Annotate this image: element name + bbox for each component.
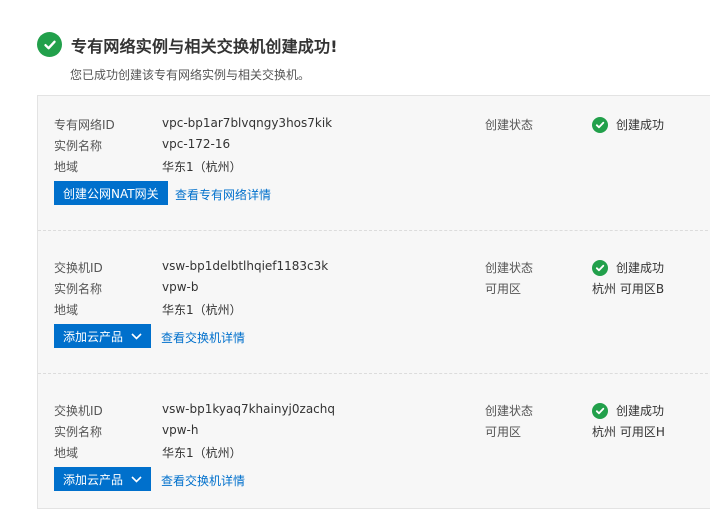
create-nat-gateway-button[interactable]: 创建公网NAT网关 [54,181,168,205]
add-cloud-product-label: 添加云产品 [63,472,124,487]
create-nat-gateway-label: 创建公网NAT网关 [63,186,159,201]
switch-status-value: 创建成功 [616,404,665,418]
switch-id-value: vsw-bp1delbtlhqief1183c3k [162,259,329,273]
switch-zone-value: 杭州 可用区H [592,425,665,439]
switch-zone-label: 可用区 [485,425,522,439]
check-circle-icon [592,259,608,276]
view-switch-details-link[interactable]: 查看交换机详情 [161,329,245,346]
switch-name-value: vpw-h [162,423,199,437]
switch-status-label: 创建状态 [485,404,534,418]
vpc-status: 创建成功 [592,116,664,133]
vpc-region-label: 地域 [54,160,79,174]
switch-region-value: 华东1（杭州） [162,303,242,317]
switch-region-label: 地域 [54,303,79,317]
vpc-id-value: vpc-bp1ar7blvqngy3hos7kik [162,116,333,130]
switch-zone-label: 可用区 [485,282,522,296]
view-vpc-details-link[interactable]: 查看专有网络详情 [175,186,271,203]
switch-name-label: 实例名称 [54,425,103,439]
switch-id-label: 交换机ID [54,261,103,275]
vpc-status-value: 创建成功 [616,118,665,132]
vpc-id-label: 专有网络ID [54,118,115,132]
page-subtitle: 您已成功创建该专有网络实例与相关交换机。 [70,68,311,82]
result-panel: 专有网络ID vpc-bp1ar7blvqngy3hos7kik 实例名称 vp… [37,95,710,509]
add-cloud-product-label: 添加云产品 [63,329,124,344]
switch-status: 创建成功 [592,402,664,419]
switch-id-value: vsw-bp1kyaq7khainyj0zachq [162,402,335,416]
switch-region-label: 地域 [54,446,79,460]
switch-status-label: 创建状态 [485,261,534,275]
page-title: 专有网络实例与相关交换机创建成功! [71,36,338,56]
vpc-status-label: 创建状态 [485,118,534,132]
switch-region-value: 华东1（杭州） [162,446,242,460]
section-divider [38,373,710,374]
switch-name-value: vpw-b [162,280,199,294]
switch-zone-value: 杭州 可用区B [592,282,665,296]
vpc-name-value: vpc-172-16 [162,137,231,151]
section-divider [38,230,710,231]
add-cloud-product-button[interactable]: 添加云产品 [54,467,152,491]
check-circle-icon [592,116,608,133]
vpc-region-value: 华东1（杭州） [162,160,242,174]
switch-status: 创建成功 [592,259,664,276]
switch-status-value: 创建成功 [616,261,665,275]
view-switch-details-link[interactable]: 查看交换机详情 [161,472,245,489]
add-cloud-product-button[interactable]: 添加云产品 [54,324,152,348]
check-circle-icon [37,32,62,57]
success-header: 专有网络实例与相关交换机创建成功! [37,32,338,57]
check-circle-icon [592,402,608,419]
chevron-down-icon [131,475,142,483]
switch-name-label: 实例名称 [54,282,103,296]
switch-id-label: 交换机ID [54,404,103,418]
chevron-down-icon [131,332,142,340]
vpc-name-label: 实例名称 [54,139,103,153]
